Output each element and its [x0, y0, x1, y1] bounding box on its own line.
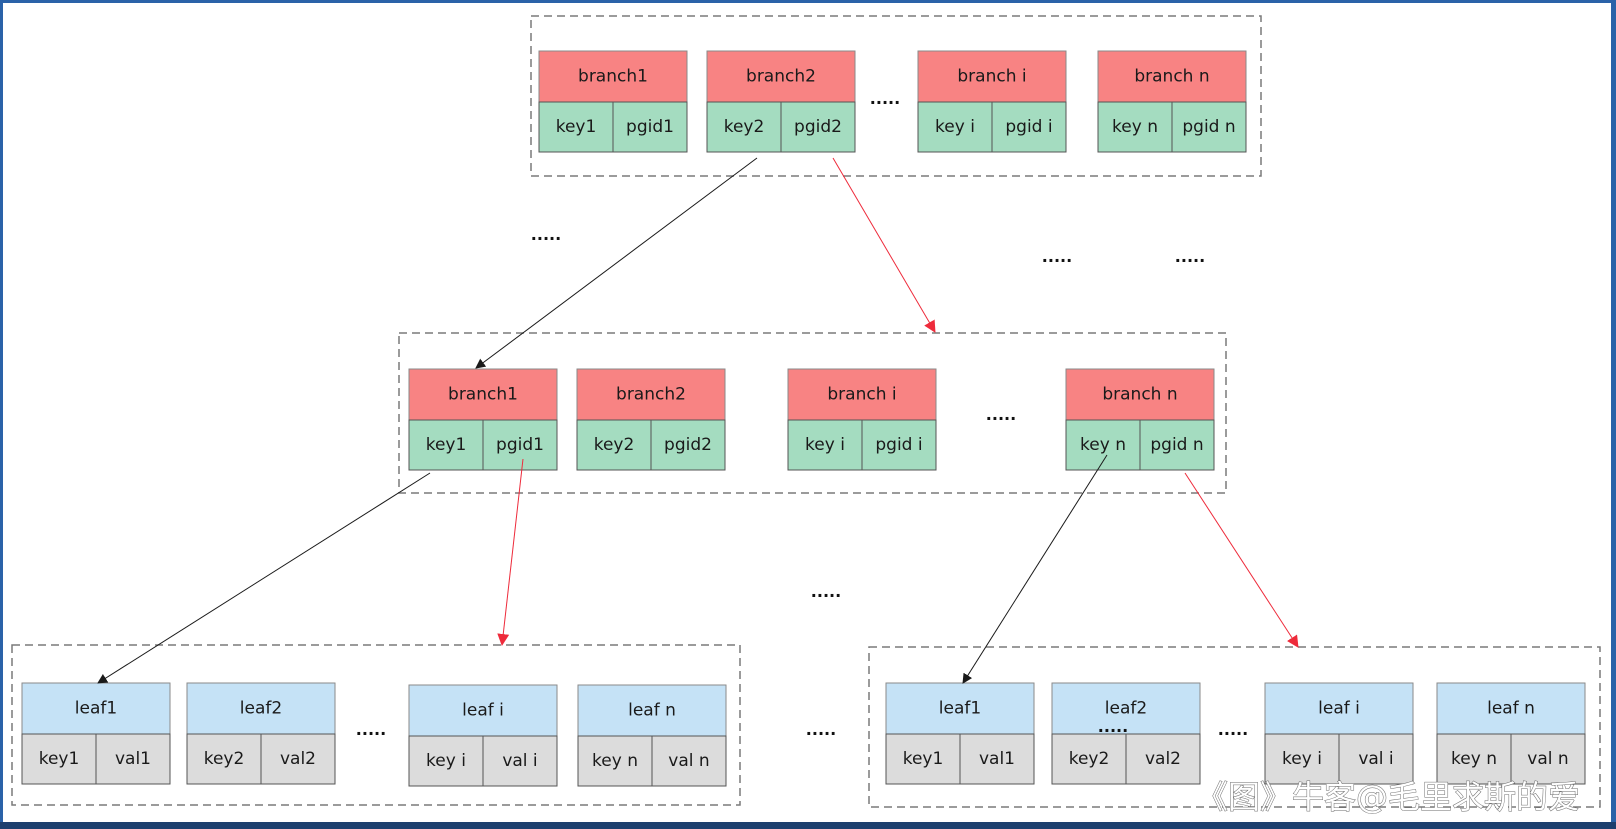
pointer-arrow-red	[1184, 472, 1299, 648]
node-header-label: branch2	[746, 67, 816, 87]
ellipsis-indicator: .....	[1175, 247, 1205, 266]
node-header-label: branch1	[448, 385, 518, 405]
ellipsis-indicator: .....	[870, 89, 900, 108]
leaf-node: leaf1 key1 val1	[885, 682, 1035, 785]
leaf-node: leaf i key i val i	[408, 684, 558, 787]
branch-node: branch i key i pgid i	[917, 50, 1067, 153]
pgid-label: pgid2	[664, 435, 712, 455]
branch-node: branch i key i pgid i	[787, 368, 937, 471]
node-header-label: branch2	[616, 385, 686, 405]
val-label: val1	[115, 749, 151, 769]
key-label: key1	[39, 749, 80, 769]
pgid-label: pgid1	[626, 117, 674, 137]
node-header-label: leaf1	[75, 699, 117, 719]
node-header-label: branch n	[1134, 67, 1209, 87]
ellipsis-indicator: .....	[1042, 247, 1072, 266]
key-label: key1	[903, 749, 944, 769]
pointer-arrow-red	[832, 157, 936, 333]
key-label: key2	[204, 749, 245, 769]
pgid-label: pgid i	[875, 435, 922, 455]
btree-diagram: branch1 key1 pgid1 branch2 key2 pgid2 branch i…	[11, 15, 1601, 817]
branch-node: branch n key n pgid n	[1097, 50, 1247, 153]
pgid-label: pgid n	[1182, 117, 1235, 137]
branch-node: branch1 key1 pgid1	[538, 50, 688, 153]
key-label: key2	[1069, 749, 1110, 769]
node-header-label: leaf n	[1487, 699, 1535, 719]
key-label: key1	[426, 435, 467, 455]
ellipsis-indicator: .....	[356, 720, 386, 739]
key-label: key n	[592, 751, 638, 771]
branch-node: branch2 key2 pgid2	[576, 368, 726, 471]
leaf-node: leaf i key i val i	[1264, 682, 1414, 785]
watermark: 《图》牛客@毛里求斯的爱	[1196, 778, 1580, 816]
pointer-arrow-red	[497, 458, 524, 646]
node-header-label: leaf1	[939, 699, 981, 719]
leaf-node: leaf n key n val n	[1436, 682, 1586, 785]
val-label: val1	[979, 749, 1015, 769]
key-label: key2	[594, 435, 635, 455]
ellipsis-indicator: .....	[531, 225, 561, 244]
ellipsis-indicator: .....	[811, 582, 841, 601]
pgid-label: pgid1	[496, 435, 544, 455]
branch-node: branch1 key1 pgid1	[408, 368, 558, 471]
pgid-label: pgid i	[1005, 117, 1052, 137]
val-label: val n	[668, 751, 709, 771]
leaf-node: leaf n key n val n	[577, 684, 727, 787]
key-label: key n	[1080, 435, 1126, 455]
key-label: key i	[935, 117, 975, 137]
key-label: key i	[805, 435, 845, 455]
ellipsis-indicator: .....	[1098, 717, 1128, 736]
key-label: key n	[1112, 117, 1158, 137]
node-header-label: branch n	[1102, 385, 1177, 405]
node-header-label: leaf i	[462, 701, 504, 721]
pointer-arrow-black	[475, 157, 758, 369]
ellipsis-indicator: .....	[986, 405, 1016, 424]
node-header-label: leaf n	[628, 701, 676, 721]
val-label: val i	[502, 751, 537, 771]
node-header-label: leaf2	[240, 699, 282, 719]
key-label: key1	[556, 117, 597, 137]
node-header-label: leaf i	[1318, 699, 1360, 719]
leaf-node: leaf1 key1 val1	[21, 682, 171, 785]
key-label: key n	[1451, 749, 1497, 769]
pointer-arrow-black	[97, 472, 431, 684]
key-label: key i	[1282, 749, 1322, 769]
node-header-label: branch i	[827, 385, 896, 405]
leaf-node: leaf2 key2 val2	[186, 682, 336, 785]
node-header-label: branch i	[957, 67, 1026, 87]
pgid-label: pgid2	[794, 117, 842, 137]
key-label: key i	[426, 751, 466, 771]
node-header-label: branch1	[578, 67, 648, 87]
ellipsis-indicator: .....	[1218, 720, 1248, 739]
val-label: val2	[280, 749, 316, 769]
val-label: val i	[1358, 749, 1393, 769]
val-label: val2	[1145, 749, 1181, 769]
pointer-arrow-black	[962, 454, 1108, 684]
key-label: key2	[724, 117, 765, 137]
pgid-label: pgid n	[1150, 435, 1203, 455]
branch-node: branch2 key2 pgid2	[706, 50, 856, 153]
ellipsis-indicator: .....	[806, 720, 836, 739]
node-header-label: leaf2	[1105, 699, 1147, 719]
branch-node: branch n key n pgid n	[1065, 368, 1215, 471]
val-label: val n	[1527, 749, 1568, 769]
